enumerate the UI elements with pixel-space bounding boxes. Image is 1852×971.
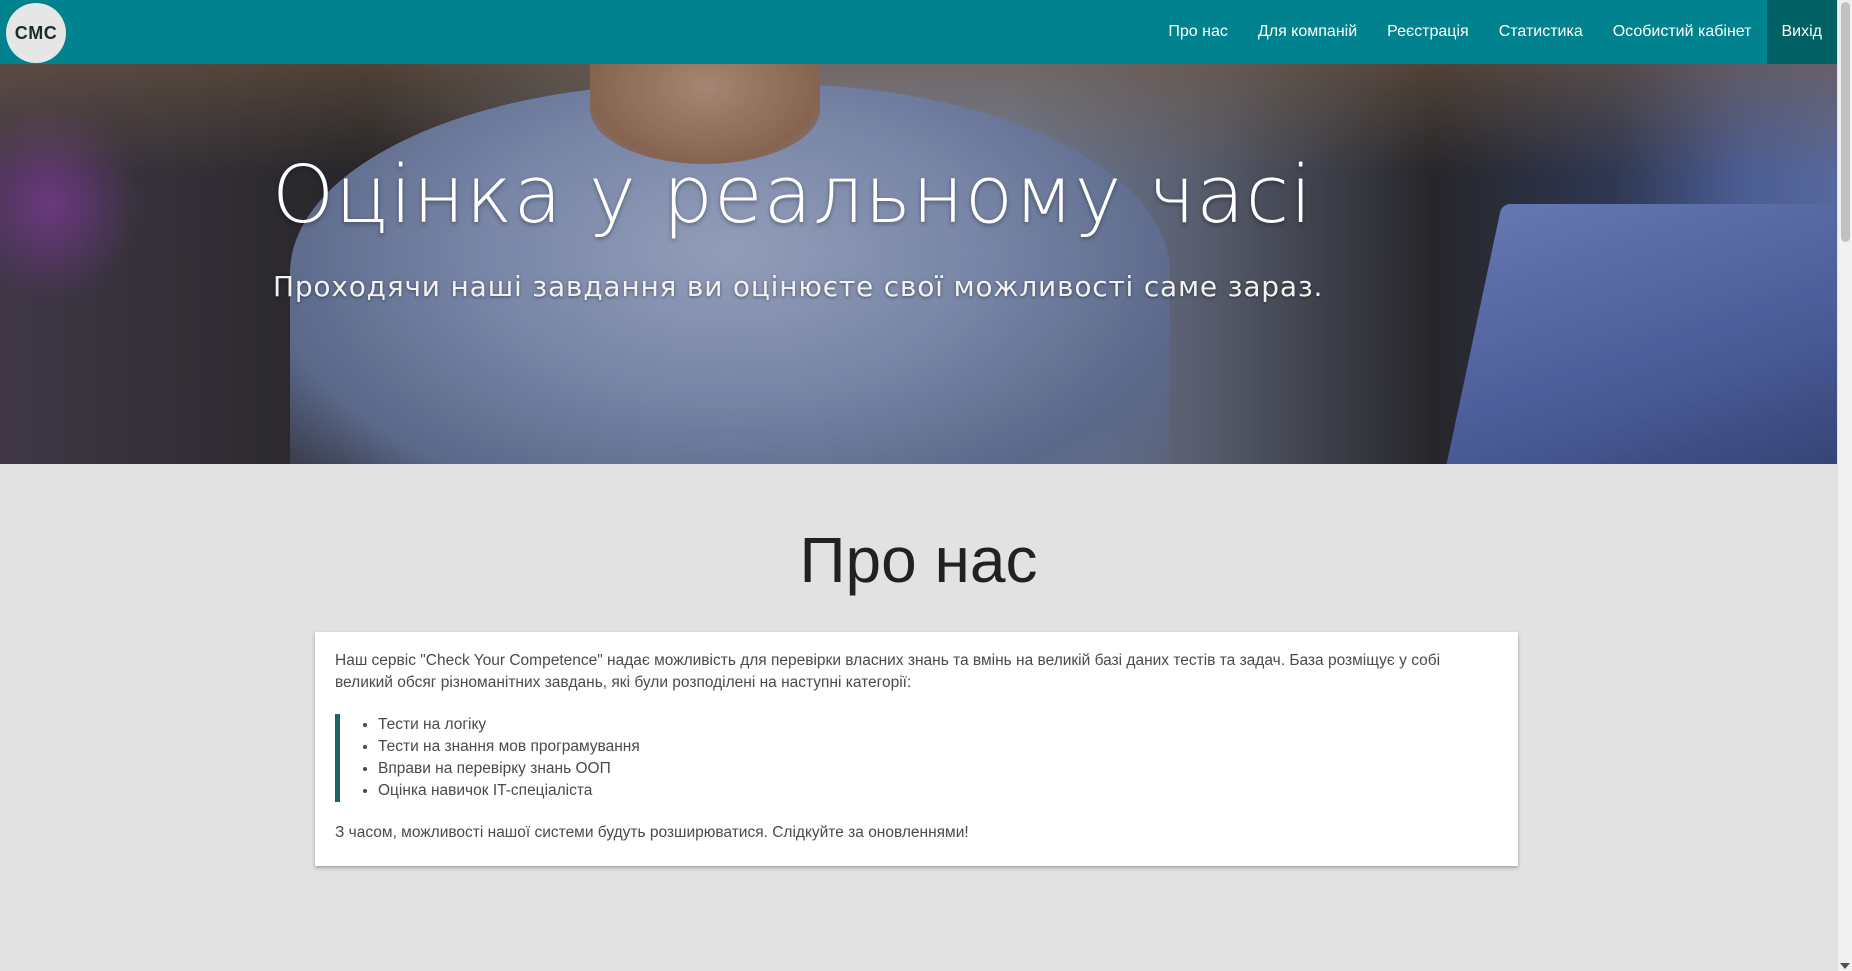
nav-item-personal-account[interactable]: Особистий кабінет (1598, 0, 1767, 64)
category-item: Вправи на перевірку знань ООП (378, 758, 1498, 780)
categories-list: Тести на логіку Тести на знання мов прог… (360, 714, 1498, 802)
category-item: Оцінка навичок IT-спеціаліста (378, 780, 1498, 802)
nav-menu: Про нас Для компаній Реєстрація Статисти… (1153, 0, 1837, 64)
about-intro-text: Наш сервіс "Check Your Competence" надає… (335, 652, 1441, 691)
vertical-scrollbar[interactable] (1837, 0, 1852, 971)
nav-item-registration[interactable]: Реєстрація (1372, 0, 1484, 64)
hero-overlay (0, 64, 1837, 464)
logo[interactable]: CMC (6, 3, 66, 63)
nav-item-for-companies[interactable]: Для компаній (1243, 0, 1372, 64)
category-item: Тести на знання мов програмування (378, 736, 1498, 758)
scrollbar-thumb[interactable] (1841, 2, 1850, 242)
navbar: CMC Про нас Для компаній Реєстрація Стат… (0, 0, 1837, 64)
category-item: Тести на логіку (378, 714, 1498, 736)
page: CMC Про нас Для компаній Реєстрація Стат… (0, 0, 1852, 971)
hero-banner: Оцінка у реальному часі Проходячи наші з… (0, 64, 1837, 464)
hero-subtitle: Проходячи наші завдання ви оцінюєте свої… (273, 270, 1324, 303)
about-section-title: Про нас (799, 524, 1038, 596)
categories-blockquote: Тести на логіку Тести на знання мов прог… (335, 714, 1498, 802)
nav-item-logout[interactable]: Вихід (1766, 0, 1837, 64)
scroll-down-arrow-icon[interactable] (1840, 963, 1850, 969)
nav-item-statistics[interactable]: Статистика (1484, 0, 1598, 64)
about-card: Наш сервіс "Check Your Competence" надає… (315, 632, 1518, 866)
nav-item-about[interactable]: Про нас (1153, 0, 1242, 64)
hero-title: Оцінка у реальному часі (272, 149, 1313, 241)
about-outro-text: З часом, можливості нашої системи будуть… (335, 824, 969, 841)
